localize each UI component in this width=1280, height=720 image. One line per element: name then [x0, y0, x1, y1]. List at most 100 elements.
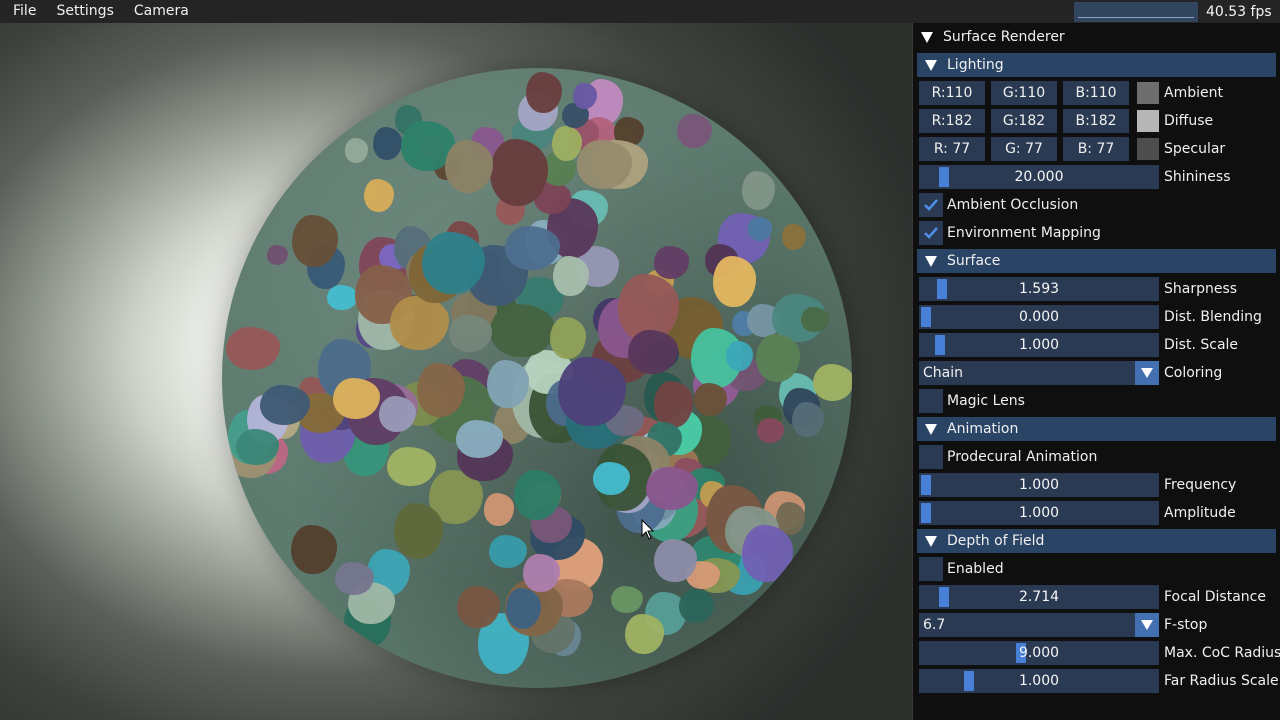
- mouse-cursor-icon: [641, 519, 655, 540]
- max-coc-radius-row: 9.000 Max. CoC Radius: [913, 639, 1280, 667]
- sharpness-slider[interactable]: 1.593: [919, 277, 1159, 301]
- protein-blob: [742, 525, 793, 583]
- protein-blob: [505, 587, 542, 629]
- protein-blob: [741, 170, 776, 211]
- menu-settings[interactable]: Settings: [44, 0, 121, 23]
- protein-blob: [290, 524, 337, 575]
- magic-lens-checkbox[interactable]: [919, 389, 943, 413]
- collapse-triangle-icon: [925, 423, 937, 435]
- fstop-label: F-stop: [1164, 617, 1208, 633]
- ambient-occlusion-label: Ambient Occlusion: [947, 197, 1079, 213]
- fstop-selected-value: 6.7: [923, 617, 946, 633]
- ambient-g-field[interactable]: G:110: [991, 81, 1057, 105]
- ambient-occlusion-row[interactable]: Ambient Occlusion: [913, 191, 1280, 219]
- protein-blob: [726, 340, 753, 371]
- protein-blob: [572, 82, 597, 109]
- chevron-down-icon[interactable]: [1135, 361, 1159, 385]
- focal-distance-slider[interactable]: 2.714: [919, 585, 1159, 609]
- far-radius-scale-slider[interactable]: 1.000: [919, 669, 1159, 693]
- protein-blob: [379, 396, 417, 433]
- protein-blob: [712, 256, 757, 308]
- ambient-occlusion-checkbox[interactable]: [919, 193, 943, 217]
- environment-mapping-checkbox[interactable]: [919, 221, 943, 245]
- protein-blob: [457, 585, 500, 628]
- protein-blob: [444, 139, 494, 194]
- protein-blob: [483, 493, 514, 526]
- specular-r-field[interactable]: R: 77: [919, 137, 985, 161]
- dof-enabled-label: Enabled: [947, 561, 1004, 577]
- dist-scale-row: 1.000 Dist. Scale: [913, 331, 1280, 359]
- specular-color-swatch[interactable]: [1137, 138, 1159, 160]
- frequency-slider[interactable]: 1.000: [919, 473, 1159, 497]
- render-viewport[interactable]: [0, 23, 912, 720]
- section-header-lighting[interactable]: Lighting: [917, 53, 1276, 77]
- panel-title-bar[interactable]: Surface Renderer: [913, 23, 1280, 51]
- protein-blob: [387, 446, 437, 487]
- collapse-triangle-icon[interactable]: [921, 31, 933, 43]
- amplitude-slider[interactable]: 1.000: [919, 501, 1159, 525]
- frequency-label: Frequency: [1164, 477, 1237, 493]
- section-header-depth-of-field[interactable]: Depth of Field: [917, 529, 1276, 553]
- fstop-row: 6.7 F-stop: [913, 611, 1280, 639]
- shininess-row: 20.000 Shininess: [913, 163, 1280, 191]
- protein-blob: [488, 534, 527, 568]
- sharpness-label: Sharpness: [1164, 281, 1238, 297]
- dof-enabled-row[interactable]: Enabled: [913, 555, 1280, 583]
- procedural-animation-checkbox[interactable]: [919, 445, 943, 469]
- protein-blob: [553, 255, 589, 297]
- diffuse-b-field[interactable]: B:182: [1063, 109, 1129, 133]
- protein-blob: [653, 246, 690, 279]
- fps-counter: 40.53 fps: [1206, 3, 1272, 20]
- protein-blob: [800, 307, 830, 333]
- collapse-triangle-icon: [925, 59, 937, 71]
- chevron-down-icon[interactable]: [1135, 613, 1159, 637]
- collapse-triangle-icon: [925, 535, 937, 547]
- protein-blob: [628, 329, 679, 374]
- protein-blob: [756, 418, 785, 443]
- protein-blob: [550, 317, 586, 360]
- protein-blob: [645, 466, 698, 510]
- protein-blob: [624, 614, 665, 654]
- coloring-dropdown[interactable]: Chain: [919, 361, 1159, 385]
- protein-blob: [653, 381, 693, 428]
- focal-distance-label: Focal Distance: [1164, 589, 1266, 605]
- ambient-b-field[interactable]: B:110: [1063, 81, 1129, 105]
- specular-color-row: R: 77 G: 77 B: 77 Specular: [913, 135, 1280, 163]
- fps-graph: [1074, 1, 1198, 22]
- ambient-r-field[interactable]: R:110: [919, 81, 985, 105]
- dist-blending-slider[interactable]: 0.000: [919, 305, 1159, 329]
- protein-blob: [791, 401, 824, 438]
- coloring-row: Chain Coloring: [913, 359, 1280, 387]
- diffuse-r-field[interactable]: R:182: [919, 109, 985, 133]
- coloring-selected-value: Chain: [923, 365, 963, 381]
- specular-b-field[interactable]: B: 77: [1063, 137, 1129, 161]
- protein-blob: [363, 178, 394, 213]
- section-title: Lighting: [947, 57, 1004, 73]
- fstop-dropdown[interactable]: 6.7: [919, 613, 1159, 637]
- section-header-surface[interactable]: Surface: [917, 249, 1276, 273]
- max-coc-radius-slider[interactable]: 9.000: [919, 641, 1159, 665]
- max-coc-radius-value: 9.000: [1018, 645, 1060, 661]
- section-header-animation[interactable]: Animation: [917, 417, 1276, 441]
- procedural-animation-row[interactable]: Prodecural Animation: [913, 443, 1280, 471]
- specular-label: Specular: [1164, 141, 1226, 157]
- far-radius-scale-label: Far Radius Scale: [1164, 673, 1279, 689]
- menu-camera[interactable]: Camera: [122, 0, 197, 23]
- dist-blending-row: 0.000 Dist. Blending: [913, 303, 1280, 331]
- focal-distance-value: 2.714: [1018, 589, 1060, 605]
- dist-scale-label: Dist. Scale: [1164, 337, 1239, 353]
- magic-lens-row[interactable]: Magic Lens: [913, 387, 1280, 415]
- specular-g-field[interactable]: G: 77: [991, 137, 1057, 161]
- sharpness-row: 1.593 Sharpness: [913, 275, 1280, 303]
- diffuse-color-swatch[interactable]: [1137, 110, 1159, 132]
- focal-distance-row: 2.714 Focal Distance: [913, 583, 1280, 611]
- shininess-slider[interactable]: 20.000: [919, 165, 1159, 189]
- diffuse-g-field[interactable]: G:182: [991, 109, 1057, 133]
- ambient-color-swatch[interactable]: [1137, 82, 1159, 104]
- dist-scale-slider[interactable]: 1.000: [919, 333, 1159, 357]
- environment-mapping-row[interactable]: Environment Mapping: [913, 219, 1280, 247]
- protein-blob: [812, 364, 852, 402]
- dof-enabled-checkbox[interactable]: [919, 557, 943, 581]
- menu-file[interactable]: File: [0, 0, 44, 23]
- protein-blob: [326, 284, 359, 311]
